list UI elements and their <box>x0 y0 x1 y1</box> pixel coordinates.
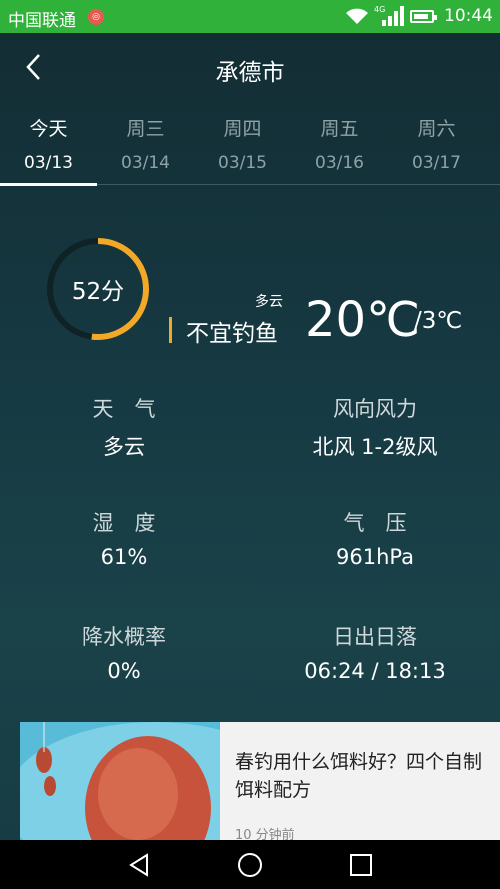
detail-label: 风向风力 <box>333 397 417 421</box>
detail-wind: 风向风力 北风 1-2级风 <box>255 393 495 461</box>
nav-home-icon[interactable] <box>235 850 265 880</box>
battery-icon <box>410 10 437 23</box>
fishing-advice: 不宜钓鱼 <box>186 321 278 347</box>
article-title: 春钓用什么饵料好？四个自制饵料配方 <box>235 751 483 801</box>
detail-weather: 天 气 多云 <box>4 393 244 461</box>
tab-date-label: 03/15 <box>218 153 267 173</box>
tab-day-label: 周五 <box>320 118 359 140</box>
temperature-high: 20℃ <box>305 292 420 348</box>
day-tabs: 今天 03/13 周三 03/14 周四 03/15 周五 03/16 周六 0… <box>0 110 500 186</box>
navigation-bar <box>0 840 500 889</box>
detail-label: 气 压 <box>343 511 407 535</box>
page-title: 承德市 <box>215 60 285 86</box>
tab-date-label: 03/14 <box>121 153 170 173</box>
article-card[interactable]: 春钓用什么饵料好？四个自制饵料配方 10 分钟前 <box>20 722 500 840</box>
temperature-low: /3℃ <box>414 308 463 334</box>
detail-value: 61% <box>100 545 148 569</box>
detail-value: 多云 <box>103 435 145 459</box>
signal-icon: 4G <box>374 5 404 26</box>
carrier-name: 中国联通 <box>8 11 76 31</box>
status-bar: 中国联通 ◎ 4G 10:44 <box>0 0 500 33</box>
advice-marker <box>169 317 172 343</box>
article-time: 10 分钟前 <box>235 828 295 840</box>
detail-label: 日出日落 <box>333 625 417 649</box>
tab-day-label: 今天 <box>29 118 68 140</box>
tab-friday[interactable]: 周五 03/16 <box>291 110 388 184</box>
detail-label: 湿 度 <box>92 511 156 535</box>
tab-thursday[interactable]: 周四 03/15 <box>194 110 291 184</box>
network-type: 4G <box>374 5 385 14</box>
tab-day-label: 周三 <box>126 118 165 140</box>
detail-label: 降水概率 <box>82 625 166 649</box>
nav-back-icon[interactable] <box>125 850 155 880</box>
detail-precipitation: 降水概率 0% <box>4 621 244 683</box>
tab-date-label: 03/17 <box>412 153 461 173</box>
tab-day-label: 周四 <box>223 118 262 140</box>
tab-day-label: 周六 <box>417 118 456 140</box>
detail-value: 北风 1-2级风 <box>312 435 438 459</box>
detail-humidity: 湿 度 61% <box>4 507 244 569</box>
fishing-score: 52分 <box>71 279 125 305</box>
nav-recent-icon[interactable] <box>346 850 376 880</box>
detail-value: 0% <box>107 659 141 683</box>
detail-sunrise-sunset: 日出日落 06:24 / 18:13 <box>255 621 495 683</box>
notification-icon: ◎ <box>88 9 104 25</box>
wifi-icon <box>346 8 368 24</box>
tab-date-label: 03/13 <box>24 153 73 173</box>
detail-value: 961hPa <box>336 545 414 569</box>
detail-value: 06:24 / 18:13 <box>304 659 446 683</box>
detail-label: 天 气 <box>92 397 156 421</box>
tab-saturday[interactable]: 周六 03/17 <box>388 110 485 184</box>
status-time: 10:44 <box>444 6 493 26</box>
weather-condition: 多云 <box>255 294 283 310</box>
tab-today[interactable]: 今天 03/13 <box>0 110 97 186</box>
article-thumbnail <box>20 722 220 840</box>
detail-pressure: 气 压 961hPa <box>255 507 495 569</box>
top-bar: 承德市 <box>0 33 500 103</box>
tab-wednesday[interactable]: 周三 03/14 <box>97 110 194 184</box>
tab-date-label: 03/16 <box>315 153 364 173</box>
